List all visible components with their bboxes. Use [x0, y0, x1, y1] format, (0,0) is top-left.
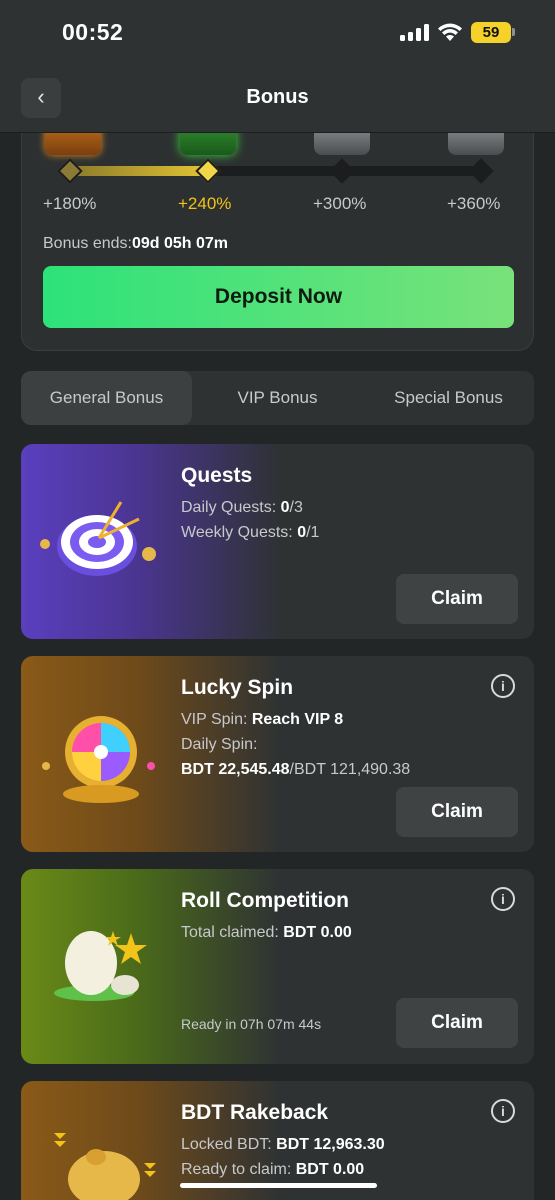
battery-icon: [512, 28, 515, 36]
card-title: BDT Rakeback: [181, 1101, 329, 1124]
quests-card: Quests Daily Quests: 0/3 Weekly Quests: …: [21, 444, 534, 639]
home-indicator[interactable]: [180, 1183, 377, 1188]
bonus-tabs: General Bonus VIP Bonus Special Bonus: [21, 371, 534, 425]
header: ‹ Bonus: [0, 62, 555, 133]
daily-spin-progress: BDT 22,545.48/BDT 121,490.38: [181, 761, 411, 778]
tab-general-bonus[interactable]: General Bonus: [21, 371, 192, 425]
claim-button[interactable]: Claim: [396, 574, 518, 624]
cellular-signal-icon: [400, 24, 430, 41]
tab-vip-bonus[interactable]: VIP Bonus: [192, 371, 363, 425]
chest-silver-icon: [448, 133, 504, 155]
vip-spin: VIP Spin: Reach VIP 8: [181, 711, 344, 728]
card-title: Quests: [181, 464, 253, 487]
wifi-icon: [438, 23, 462, 41]
chest-green-icon: [180, 133, 236, 155]
level-marker: [57, 158, 83, 184]
level-label-active: +240%: [178, 194, 232, 213]
tab-special-bonus[interactable]: Special Bonus: [363, 371, 534, 425]
info-icon[interactable]: i: [491, 674, 515, 698]
daily-quests: Daily Quests: 0/3: [181, 499, 303, 516]
info-icon[interactable]: i: [491, 887, 515, 911]
claim-button[interactable]: Claim: [396, 787, 518, 837]
lucky-spin-card: Lucky Spin i VIP Spin: Reach VIP 8 Daily…: [21, 656, 534, 852]
claim-button[interactable]: Claim: [396, 998, 518, 1048]
target-dart-icon: [40, 501, 156, 576]
level-label: +300%: [313, 194, 367, 213]
card-title: Lucky Spin: [181, 676, 294, 699]
progress-fill: [69, 166, 209, 176]
level-label: +360%: [447, 194, 501, 213]
deposit-bonus-card: +180% +240% +300% +360% Bonus ends:09d 0…: [21, 133, 534, 351]
chest-orange-icon: [45, 133, 101, 155]
level-marker-active: [195, 158, 221, 184]
page-title: Bonus: [246, 86, 309, 108]
level-label: +180%: [43, 194, 97, 213]
battery-level: 59: [471, 22, 511, 43]
egg-star-icon: [54, 931, 147, 1001]
status-time: 00:52: [62, 19, 124, 45]
ready-countdown: Ready in 07h 07m 44s: [181, 1016, 322, 1032]
daily-spin: Daily Spin:: [181, 736, 258, 753]
locked-bdt: Locked BDT: BDT 12,963.30: [181, 1136, 385, 1153]
roll-competition-card: Roll Competition i Total claimed: BDT 0.…: [21, 869, 534, 1064]
status-bar: 00:52 59: [0, 0, 555, 62]
bonus-ends: Bonus ends:09d 05h 07m: [43, 235, 229, 252]
card-title: Roll Competition: [181, 889, 349, 912]
chest-silver-icon: [314, 133, 370, 155]
ready-to-claim: Ready to claim: BDT 0.00: [181, 1161, 365, 1178]
piggy-bank-icon: [54, 1133, 156, 1200]
spin-wheel-icon: [42, 716, 155, 803]
info-icon[interactable]: i: [491, 1099, 515, 1123]
weekly-quests: Weekly Quests: 0/1: [181, 524, 320, 541]
total-claimed: Total claimed: BDT 0.00: [181, 924, 352, 941]
deposit-now-button[interactable]: Deposit Now: [43, 266, 514, 328]
level-marker: [468, 158, 494, 184]
level-marker: [329, 158, 355, 184]
